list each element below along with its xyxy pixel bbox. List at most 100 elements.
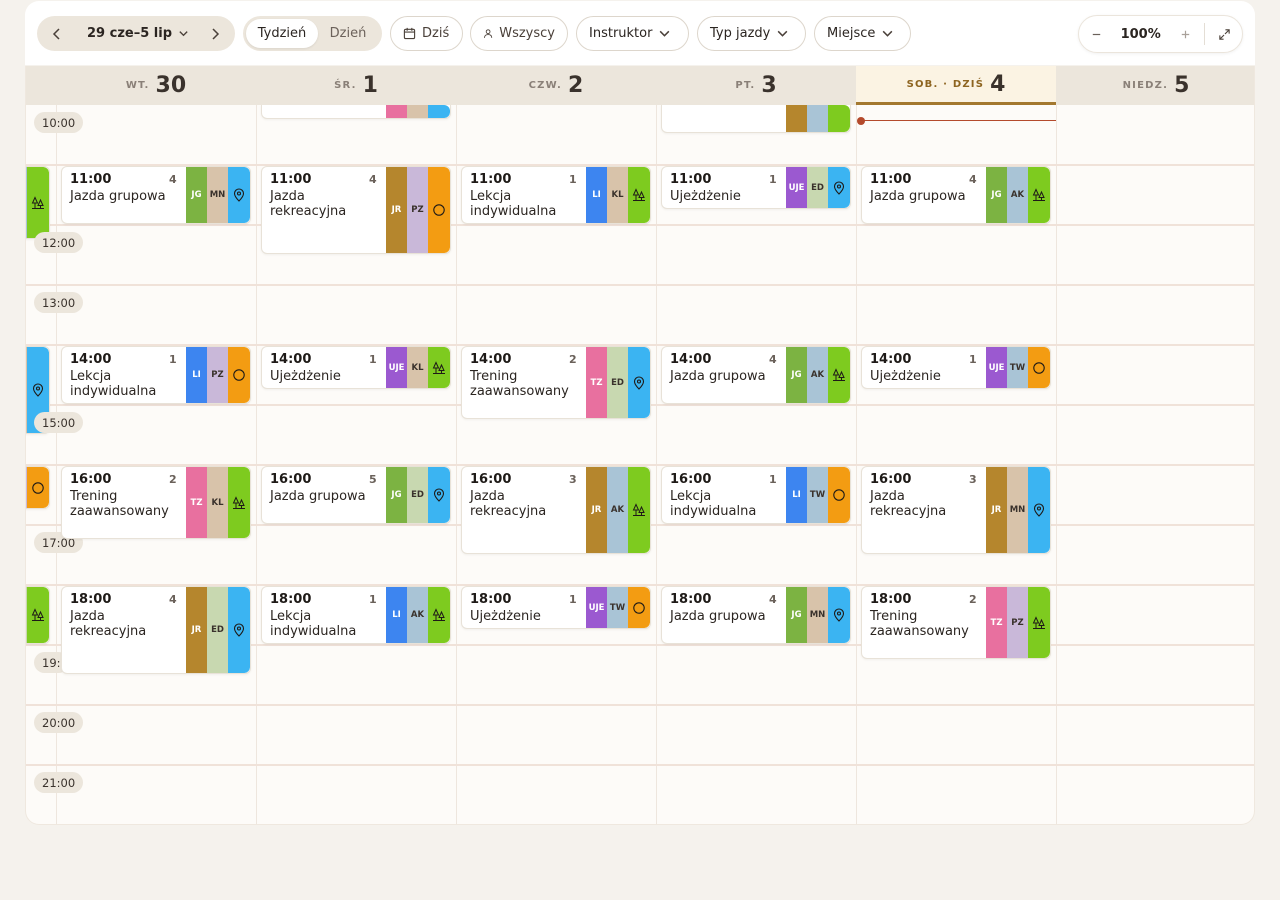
trees-icon bbox=[632, 188, 645, 201]
event-card[interactable]: 14:00 4 Jazda grupowa JG AK bbox=[661, 346, 851, 404]
day-header-thu[interactable]: CZW. 2 bbox=[456, 66, 656, 105]
event-card[interactable]: 18:00 1 Ujeżdżenie UJE TW bbox=[461, 586, 651, 629]
day-name: ŚR. bbox=[334, 80, 357, 91]
toolbar: 29 cze–5 lip Tydzień Dzień Dziś Wszyscy … bbox=[25, 1, 1255, 65]
event-card-partial[interactable] bbox=[26, 466, 50, 509]
event-card-partial[interactable] bbox=[26, 166, 50, 239]
ride-type-tag: JG bbox=[186, 167, 207, 223]
event-tags bbox=[386, 105, 450, 118]
next-week-button[interactable] bbox=[197, 16, 233, 51]
event-time: 14:00 bbox=[270, 352, 312, 367]
today-label: Dziś bbox=[422, 26, 450, 41]
event-card[interactable]: 14:00 2 Trening zaawansowany TZ ED bbox=[461, 346, 651, 419]
event-card[interactable]: 14:00 1 Ujeżdżenie UJE TW bbox=[861, 346, 1051, 389]
event-card[interactable]: 11:00 1 Ujeżdżenie UJE ED bbox=[661, 166, 851, 209]
instructor-tag: KL bbox=[607, 167, 628, 223]
ride-type-tag: JG bbox=[786, 347, 807, 403]
zoom-out-button[interactable] bbox=[1079, 16, 1114, 52]
event-participants: 4 bbox=[369, 173, 377, 186]
event-time: 16:00 bbox=[270, 472, 312, 487]
day-number: 3 bbox=[761, 73, 777, 98]
event-card[interactable]: 11:00 4 Jazda grupowa JG MN bbox=[61, 166, 251, 224]
event-card[interactable]: 11:00 1 Lekcja indywidualna LI KL bbox=[461, 166, 651, 224]
day-header-sat-today[interactable]: SOB. · DZIŚ 4 bbox=[856, 66, 1056, 105]
chevron-down-icon bbox=[660, 30, 670, 37]
event-title: Jazda rekreacyjna bbox=[270, 189, 347, 219]
event-tags: UJE KL bbox=[386, 347, 450, 388]
event-tags: JR ED bbox=[186, 587, 250, 673]
event-card[interactable]: 14:00 1 Ujeżdżenie UJE KL bbox=[261, 346, 451, 389]
map-pin-icon bbox=[833, 180, 845, 195]
all-filter-button[interactable]: Wszyscy bbox=[470, 16, 568, 51]
event-card-partial[interactable] bbox=[26, 586, 50, 644]
event-participants: 1 bbox=[369, 593, 377, 606]
event-tags bbox=[786, 105, 850, 132]
place-filter[interactable]: Miejsce bbox=[814, 16, 911, 51]
day-number: 2 bbox=[568, 73, 584, 98]
event-card-partial[interactable] bbox=[661, 105, 851, 133]
event-card[interactable]: 16:00 2 Trening zaawansowany TZ KL bbox=[61, 466, 251, 539]
ride-type-tag: JG bbox=[386, 467, 407, 523]
event-card[interactable]: 16:00 1 Lekcja indywidualna LI TW bbox=[661, 466, 851, 524]
event-card[interactable]: 11:00 4 Jazda rekreacyjna JR PZ bbox=[261, 166, 451, 254]
tag-stripe bbox=[27, 587, 49, 643]
today-button[interactable]: Dziś bbox=[390, 16, 463, 51]
view-day-button[interactable]: Dzień bbox=[318, 19, 378, 48]
event-card[interactable]: 18:00 4 Jazda grupowa JG MN bbox=[661, 586, 851, 644]
instructor-tag: KL bbox=[407, 347, 428, 388]
event-participants: 3 bbox=[569, 473, 577, 486]
event-title: Jazda rekreacyjna bbox=[70, 609, 147, 639]
event-participants: 4 bbox=[769, 353, 777, 366]
zoom-in-button[interactable] bbox=[1168, 16, 1203, 52]
user-icon bbox=[484, 29, 493, 38]
day-number: 30 bbox=[155, 73, 187, 98]
event-tags: JR AK bbox=[586, 467, 650, 553]
day-header-sun[interactable]: NIEDZ. 5 bbox=[1056, 66, 1254, 105]
zoom-level: 100% bbox=[1120, 26, 1161, 42]
event-card[interactable]: 11:00 4 Jazda grupowa JG AK bbox=[861, 166, 1051, 224]
tag-stripe bbox=[27, 167, 49, 238]
tag-stripe bbox=[27, 467, 49, 508]
ride-type-tag: LI bbox=[186, 347, 207, 403]
event-card[interactable]: 18:00 4 Jazda rekreacyjna JR ED bbox=[61, 586, 251, 674]
event-card[interactable]: 16:00 5 Jazda grupowa JG ED bbox=[261, 466, 451, 524]
view-week-button[interactable]: Tydzień bbox=[246, 19, 318, 48]
place-tag bbox=[828, 587, 850, 643]
instructor-filter[interactable]: Instruktor bbox=[576, 16, 689, 51]
prev-week-button[interactable] bbox=[39, 16, 75, 51]
hour-line bbox=[26, 704, 1254, 706]
ride-type-tag: UJE bbox=[786, 167, 807, 208]
event-card[interactable]: 14:00 1 Lekcja indywidualna LI PZ bbox=[61, 346, 251, 404]
ride-type-tag: TZ bbox=[586, 347, 607, 418]
day-header-tue[interactable]: WT. 30 bbox=[56, 66, 256, 105]
tag-stripe bbox=[428, 105, 450, 118]
event-card-partial[interactable] bbox=[261, 105, 451, 119]
event-card[interactable]: 18:00 2 Trening zaawansowany TZ PZ bbox=[861, 586, 1051, 659]
day-header-fri[interactable]: PT. 3 bbox=[656, 66, 856, 105]
day-header-wed[interactable]: ŚR. 1 bbox=[256, 66, 456, 105]
event-card[interactable]: 16:00 3 Jazda rekreacyjna JR AK bbox=[461, 466, 651, 554]
fullscreen-button[interactable] bbox=[1207, 16, 1242, 52]
ride-type-filter[interactable]: Typ jazdy bbox=[697, 16, 806, 51]
event-time: 14:00 bbox=[70, 352, 112, 367]
instructor-tag: PZ bbox=[1007, 587, 1028, 658]
event-card[interactable]: 18:00 1 Lekcja indywidualna LI AK bbox=[261, 586, 451, 644]
event-card[interactable]: 16:00 3 Jazda rekreacyjna JR MN bbox=[861, 466, 1051, 554]
event-title: Trening zaawansowany bbox=[70, 489, 169, 519]
place-tag bbox=[628, 587, 650, 628]
ride-type-tag: LI bbox=[586, 167, 607, 223]
circle-icon bbox=[633, 601, 645, 614]
event-tags: TZ ED bbox=[586, 347, 650, 418]
plus-icon bbox=[1181, 30, 1189, 38]
event-title: Ujeżdżenie bbox=[470, 609, 541, 624]
place-tag bbox=[228, 167, 250, 223]
date-range-picker[interactable]: 29 cze–5 lip bbox=[87, 16, 189, 51]
current-time-line bbox=[861, 120, 1056, 121]
event-time: 18:00 bbox=[670, 592, 712, 607]
event-participants: 5 bbox=[369, 473, 377, 486]
ride-type-tag: TZ bbox=[186, 467, 207, 538]
instructor-tag: TW bbox=[1007, 347, 1028, 388]
event-time: 18:00 bbox=[870, 592, 912, 607]
event-time: 18:00 bbox=[70, 592, 112, 607]
ride-type-tag: LI bbox=[786, 467, 807, 523]
